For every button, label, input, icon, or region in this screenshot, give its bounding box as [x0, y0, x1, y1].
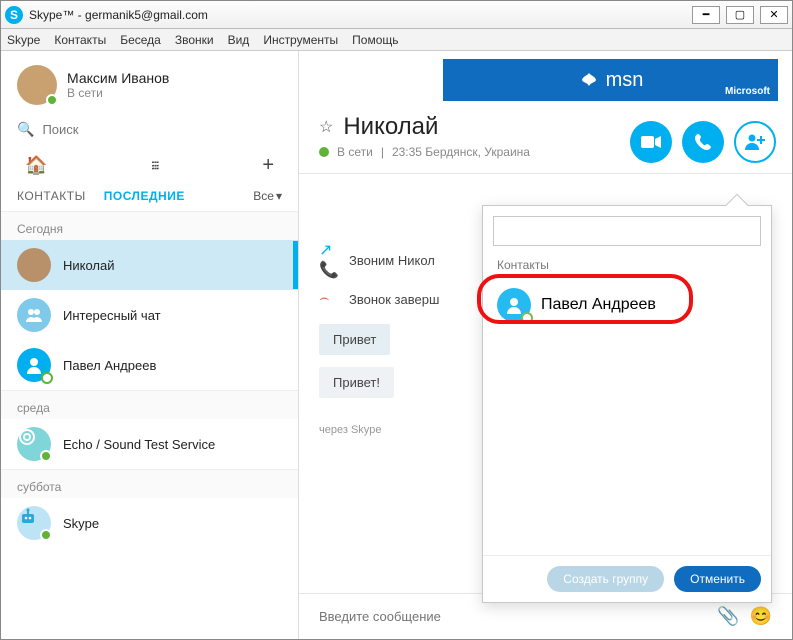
popup-contact-name: Павел Андреев: [541, 296, 656, 314]
favorite-star-icon[interactable]: ☆: [319, 117, 333, 137]
chevron-down-icon: ▾: [276, 189, 282, 203]
echo-avatar-icon: [17, 427, 51, 461]
msn-brand-text: msn: [606, 69, 644, 92]
recent-list: Сегодня Николай Интересный чат Павел Анд…: [1, 211, 298, 639]
titlebar: S Skype™ - germanik5@gmail.com ━ ▢ ✕: [1, 1, 792, 29]
menu-view[interactable]: Вид: [228, 33, 250, 47]
home-icon[interactable]: 🏠: [25, 155, 47, 176]
menu-calls[interactable]: Звонки: [175, 33, 214, 47]
presence-ring-icon: [41, 372, 53, 384]
presence-online-icon: [46, 94, 58, 106]
add-contact-popup: Контакты Павел Андреев Создать группу От…: [482, 205, 772, 603]
list-item-label: Интересный чат: [63, 308, 161, 323]
call-event-text: Звонок заверш: [349, 292, 439, 307]
conversation-status: В сети: [337, 145, 373, 159]
tab-contacts[interactable]: КОНТАКТЫ: [17, 189, 86, 203]
call-buttons: [630, 121, 776, 163]
list-item[interactable]: Интересный чат: [1, 290, 298, 340]
close-button[interactable]: ✕: [760, 6, 788, 24]
section-saturday: суббота: [1, 469, 298, 498]
emoji-icon[interactable]: 😊: [750, 606, 772, 627]
popup-footer: Создать группу Отменить: [483, 555, 771, 602]
menubar: Skype Контакты Беседа Звонки Вид Инструм…: [1, 29, 792, 51]
list-item[interactable]: Skype: [1, 498, 298, 548]
search-row[interactable]: 🔍: [1, 113, 298, 146]
create-group-button[interactable]: Создать группу: [547, 566, 664, 592]
conversation-header: ☆ Николай В сети | 23:35 Бердянск, Украи…: [299, 103, 792, 174]
skype-bot-avatar-icon: [17, 506, 51, 540]
popup-contact-item[interactable]: Павел Андреев: [493, 282, 761, 328]
maximize-button[interactable]: ▢: [726, 6, 754, 24]
dialpad-icon[interactable]: ፧፧፧: [151, 157, 158, 174]
menu-conversation[interactable]: Беседа: [120, 33, 161, 47]
msn-butterfly-icon: [578, 69, 600, 91]
message-bubble: Привет!: [319, 367, 394, 398]
sidebar: Максим Иванов В сети 🔍 🏠 ፧፧፧ + КОНТАКТЫ …: [1, 51, 299, 639]
active-marker: [293, 241, 298, 289]
window-title: Skype™ - germanik5@gmail.com: [29, 8, 208, 22]
menu-skype[interactable]: Skype: [7, 33, 40, 47]
list-item-label: Echo / Sound Test Service: [63, 437, 215, 452]
tab-recent[interactable]: ПОСЛЕДНИЕ: [104, 189, 185, 203]
menu-tools[interactable]: Инструменты: [263, 33, 338, 47]
search-input[interactable]: [42, 122, 282, 137]
profile-block[interactable]: Максим Иванов В сети: [1, 51, 298, 113]
cancel-button[interactable]: Отменить: [674, 566, 761, 592]
group-avatar-icon: [17, 298, 51, 332]
add-participant-button[interactable]: [734, 121, 776, 163]
popup-section-label: Контакты: [483, 252, 771, 278]
conversation-meta: 23:35 Бердянск, Украина: [392, 145, 530, 159]
message-bubble: Привет: [319, 324, 390, 355]
msn-banner[interactable]: msn Microsoft: [443, 59, 778, 101]
ad-banner-area: msn Microsoft: [299, 51, 792, 103]
window-controls: ━ ▢ ✕: [692, 6, 788, 24]
list-item-label: Николай: [63, 258, 115, 273]
audio-call-button[interactable]: [682, 121, 724, 163]
conversation-pane: msn Microsoft ☆ Николай В сети | 23:35 Б…: [299, 51, 792, 639]
contact-avatar-icon: [497, 288, 531, 322]
menu-help[interactable]: Помощь: [352, 33, 398, 47]
presence-online-icon: [40, 450, 52, 462]
presence-online-icon: [319, 147, 329, 157]
add-icon[interactable]: +: [262, 154, 274, 177]
profile-status: В сети: [67, 86, 169, 100]
list-item[interactable]: Николай: [1, 240, 298, 290]
search-icon: 🔍: [17, 121, 34, 138]
call-ended-icon: ⌢: [319, 290, 339, 308]
list-item-label: Skype: [63, 516, 99, 531]
tab-filter-label: Все: [253, 189, 274, 203]
call-event-text: Звоним Никол: [349, 253, 435, 268]
tab-filter[interactable]: Все ▾: [253, 189, 282, 203]
message-input[interactable]: [319, 609, 707, 624]
menu-contacts[interactable]: Контакты: [54, 33, 106, 47]
profile-avatar: [17, 65, 57, 105]
presence-online-icon: [40, 529, 52, 541]
section-today: Сегодня: [1, 211, 298, 240]
list-item[interactable]: Echo / Sound Test Service: [1, 419, 298, 469]
nav-icons: 🏠 ፧፧፧ +: [1, 146, 298, 189]
contact-avatar: [17, 248, 51, 282]
list-item[interactable]: Павел Андреев: [1, 340, 298, 390]
presence-ring-icon: [521, 312, 533, 324]
popup-search-box[interactable]: [493, 216, 761, 246]
minimize-button[interactable]: ━: [692, 6, 720, 24]
conversation-title: Николай: [343, 113, 438, 141]
list-item-label: Павел Андреев: [63, 358, 156, 373]
tabs-row: КОНТАКТЫ ПОСЛЕДНИЕ Все ▾: [1, 189, 298, 211]
popup-search-input[interactable]: [502, 224, 752, 239]
contact-avatar-icon: [17, 348, 51, 382]
profile-name: Максим Иванов: [67, 70, 169, 86]
call-outgoing-icon: ↗📞: [319, 240, 339, 280]
section-wednesday: среда: [1, 390, 298, 419]
popup-contact-list: Павел Андреев: [483, 278, 771, 555]
attach-icon[interactable]: 📎: [717, 606, 739, 627]
skype-logo-icon: S: [5, 6, 23, 24]
microsoft-label: Microsoft: [725, 86, 770, 97]
separator: |: [381, 145, 384, 159]
video-call-button[interactable]: [630, 121, 672, 163]
